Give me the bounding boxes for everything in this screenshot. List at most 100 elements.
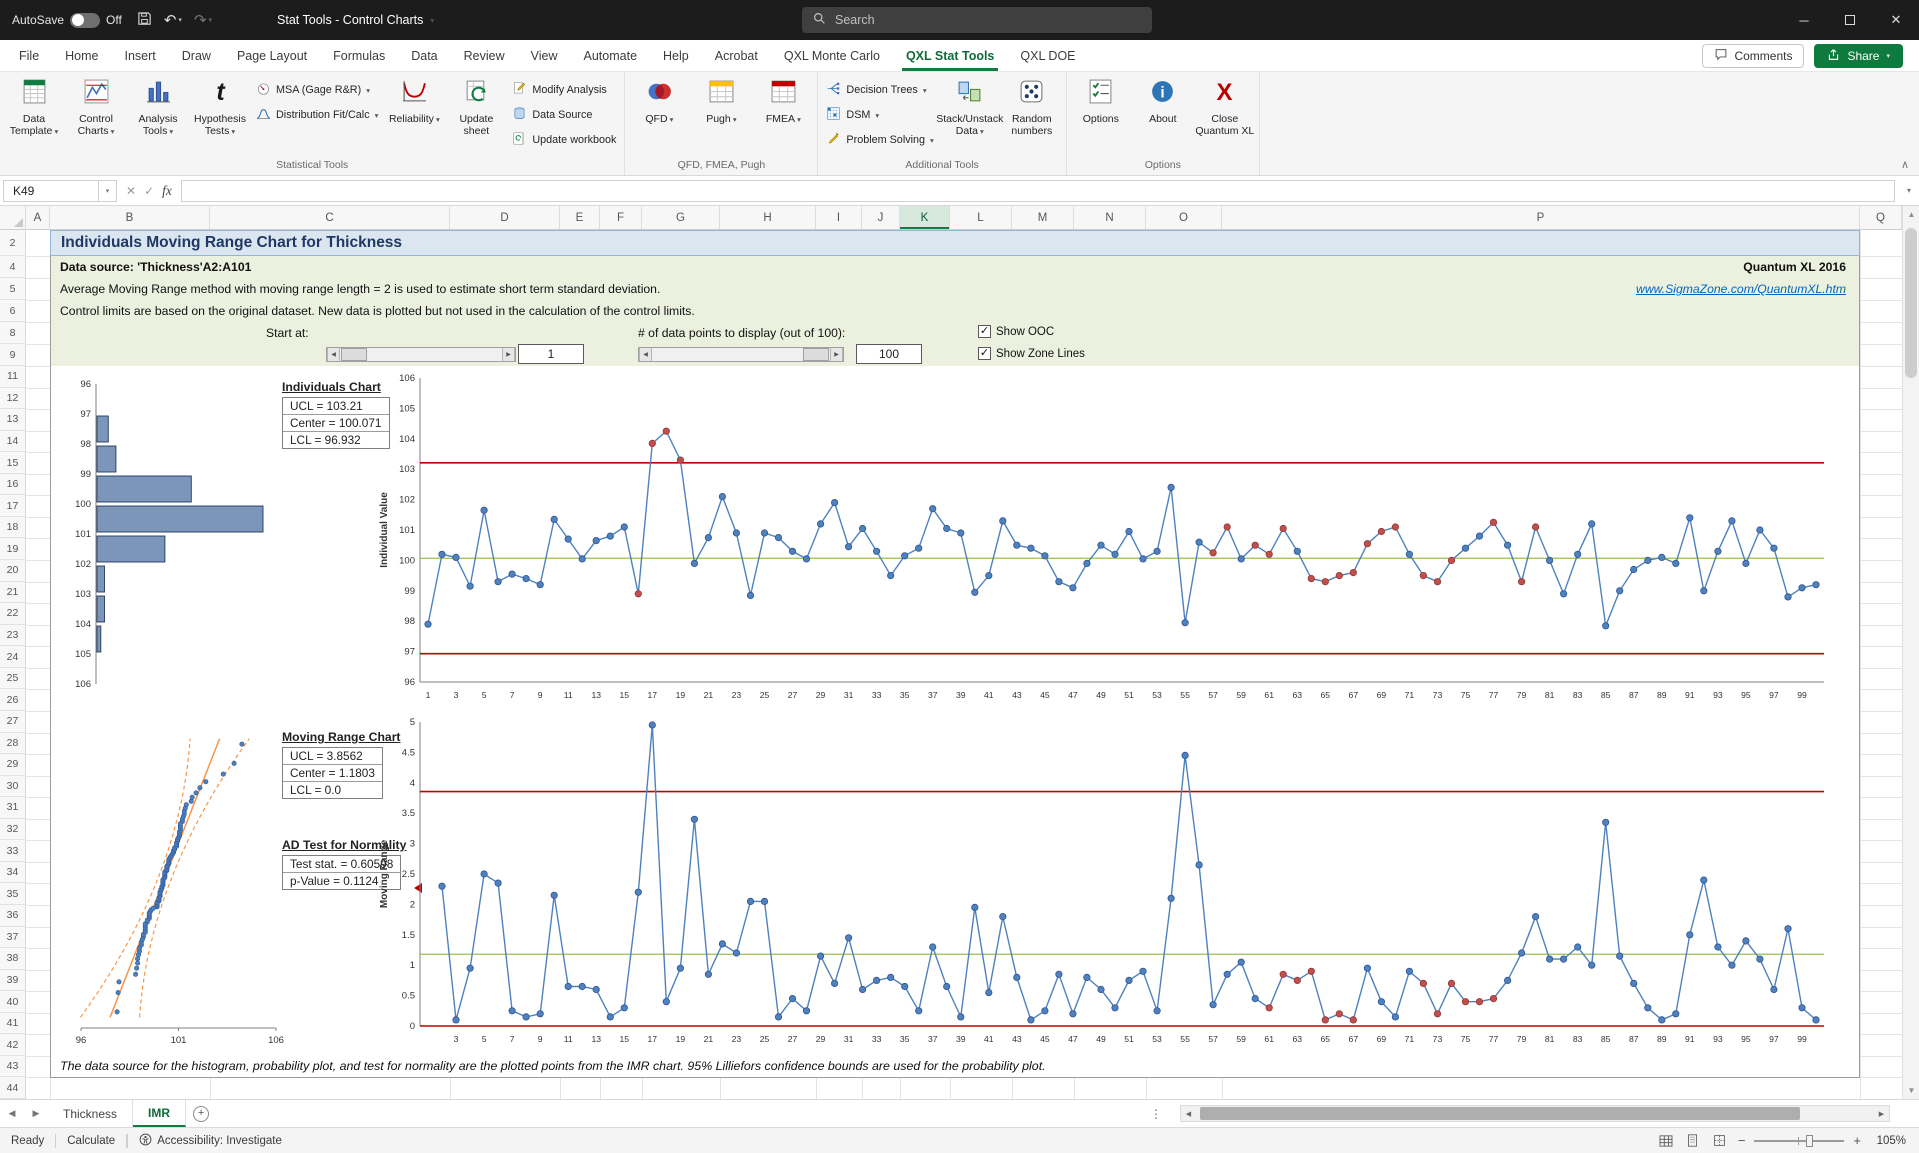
row-header-35[interactable]: 35 — [0, 883, 25, 905]
column-header-Q[interactable]: Q — [1860, 206, 1902, 229]
control-charts-button[interactable]: Control Charts ▾ — [66, 73, 126, 153]
count-value[interactable]: 100 — [856, 344, 922, 364]
next-sheet-button[interactable]: ▶ — [24, 1100, 48, 1127]
autosave-switch[interactable] — [70, 13, 100, 28]
scroll-right-icon[interactable]: ▶ — [830, 348, 843, 361]
collapse-ribbon-button[interactable]: ∧ — [1901, 158, 1909, 171]
show-ooc-checkbox[interactable]: ✓ Show OOC — [978, 325, 1054, 338]
ribbon-tab-file[interactable]: File — [6, 40, 52, 71]
column-header-M[interactable]: M — [1012, 206, 1074, 229]
row-header-39[interactable]: 39 — [0, 970, 25, 992]
sheet-tab-thickness[interactable]: Thickness — [48, 1100, 133, 1127]
scroll-left-icon[interactable]: ◀ — [639, 348, 652, 361]
row-header-18[interactable]: 18 — [0, 517, 25, 539]
row-header-22[interactable]: 22 — [0, 603, 25, 625]
formula-input[interactable] — [181, 180, 1895, 202]
row-header-6[interactable]: 6 — [0, 300, 25, 322]
scroll-right-icon[interactable]: ▶ — [502, 348, 515, 361]
search-input[interactable]: Search — [802, 7, 1152, 33]
confirm-entry-button[interactable]: ✓ — [144, 184, 154, 198]
page-layout-view-icon[interactable] — [1684, 1132, 1702, 1150]
horizontal-scrollbar[interactable]: ◀ ▶ — [1180, 1105, 1890, 1122]
row-header-41[interactable]: 41 — [0, 1013, 25, 1035]
reliability-button[interactable]: Reliability ▾ — [384, 73, 444, 153]
page-break-view-icon[interactable] — [1711, 1132, 1729, 1150]
close-button[interactable]: ✕ — [1873, 0, 1919, 40]
ribbon-tab-qxl-monte-carlo[interactable]: QXL Monte Carlo — [771, 40, 893, 71]
count-scrollbar[interactable]: ◀ ▶ — [638, 347, 844, 362]
fmea-button[interactable]: FMEA ▾ — [753, 73, 813, 153]
row-header-27[interactable]: 27 — [0, 711, 25, 733]
comments-button[interactable]: Comments — [1702, 44, 1804, 68]
column-header-B[interactable]: B — [50, 206, 210, 229]
row-header-36[interactable]: 36 — [0, 905, 25, 927]
status-calculate[interactable]: Calculate — [56, 1128, 126, 1153]
row-header-5[interactable]: 5 — [0, 278, 25, 300]
new-sheet-button[interactable]: + — [186, 1100, 216, 1127]
column-header-K[interactable]: K — [900, 206, 950, 229]
zoom-level[interactable]: 105% — [1870, 1135, 1906, 1147]
row-header-30[interactable]: 30 — [0, 776, 25, 798]
scroll-up-icon[interactable]: ▲ — [1903, 210, 1919, 219]
problem-solving-button[interactable]: Problem Solving▾ — [822, 129, 937, 151]
minimize-button[interactable]: ─ — [1781, 0, 1827, 40]
column-header-D[interactable]: D — [450, 206, 560, 229]
about-button[interactable]: iAbout — [1133, 73, 1193, 153]
row-header-2[interactable]: 2 — [0, 230, 25, 256]
individuals-chart[interactable]: 1061051041031021011009998979613579111315… — [374, 370, 1838, 708]
ribbon-tab-view[interactable]: View — [518, 40, 571, 71]
dsm-button[interactable]: DSM▾ — [822, 104, 937, 126]
decision-trees-button[interactable]: Decision Trees▾ — [822, 79, 937, 101]
modify-analysis-button[interactable]: Modify Analysis — [508, 79, 620, 101]
ribbon-tab-review[interactable]: Review — [451, 40, 518, 71]
options-button[interactable]: Options — [1071, 73, 1131, 153]
data-source-button[interactable]: Data Source — [508, 104, 620, 126]
column-header-C[interactable]: C — [210, 206, 450, 229]
zoom-out-button[interactable]: − — [1738, 1133, 1746, 1148]
row-header-42[interactable]: 42 — [0, 1034, 25, 1056]
name-box[interactable]: K49 — [3, 180, 99, 202]
hypothesis-tests-button[interactable]: tHypothesis Tests ▾ — [190, 73, 250, 153]
cancel-entry-button[interactable]: ✕ — [126, 184, 136, 198]
row-header-12[interactable]: 12 — [0, 388, 25, 410]
row-header-44[interactable]: 44 — [0, 1077, 25, 1099]
start-at-value[interactable]: 1 — [518, 344, 584, 364]
expand-formula-bar-button[interactable]: ▾ — [1899, 186, 1919, 195]
column-header-L[interactable]: L — [950, 206, 1012, 229]
column-header-E[interactable]: E — [560, 206, 600, 229]
ribbon-tab-qxl-stat-tools[interactable]: QXL Stat Tools — [893, 40, 1007, 71]
zoom-in-button[interactable]: + — [1853, 1133, 1861, 1148]
column-header-O[interactable]: O — [1146, 206, 1222, 229]
row-header-26[interactable]: 26 — [0, 689, 25, 711]
vertical-scrollbar[interactable]: ▲ ▼ — [1902, 206, 1919, 1099]
row-header-13[interactable]: 13 — [0, 409, 25, 431]
pugh-button[interactable]: Pugh ▾ — [691, 73, 751, 153]
row-header-43[interactable]: 43 — [0, 1056, 25, 1078]
ribbon-tab-page-layout[interactable]: Page Layout — [224, 40, 320, 71]
distribution-fit-calc-button[interactable]: Distribution Fit/Calc▾ — [252, 104, 382, 126]
scroll-right-icon[interactable]: ▶ — [1874, 1106, 1889, 1121]
column-header-I[interactable]: I — [816, 206, 862, 229]
ribbon-tab-automate[interactable]: Automate — [571, 40, 651, 71]
row-header-8[interactable]: 8 — [0, 322, 25, 344]
row-header-16[interactable]: 16 — [0, 474, 25, 496]
stack-unstack-data-button[interactable]: Stack/Unstack Data ▾ — [940, 73, 1000, 153]
column-header-P[interactable]: P — [1222, 206, 1860, 229]
row-header-34[interactable]: 34 — [0, 862, 25, 884]
accessibility-status[interactable]: Accessibility: Investigate — [128, 1128, 293, 1153]
row-header-29[interactable]: 29 — [0, 754, 25, 776]
ribbon-tab-data[interactable]: Data — [398, 40, 450, 71]
zoom-slider[interactable] — [1754, 1140, 1844, 1142]
scroll-left-icon[interactable]: ◀ — [1181, 1106, 1196, 1121]
analysis-tools-button[interactable]: Analysis Tools ▾ — [128, 73, 188, 153]
autosave-toggle[interactable]: AutoSave Off — [12, 13, 122, 28]
row-header-40[interactable]: 40 — [0, 991, 25, 1013]
share-button[interactable]: Share ▾ — [1814, 44, 1903, 68]
show-zone-lines-checkbox[interactable]: ✓ Show Zone Lines — [978, 347, 1085, 360]
row-header-11[interactable]: 11 — [0, 366, 25, 388]
row-header-19[interactable]: 19 — [0, 538, 25, 560]
row-header-32[interactable]: 32 — [0, 819, 25, 841]
prev-sheet-button[interactable]: ◀ — [0, 1100, 24, 1127]
zoom-slider-knob[interactable] — [1806, 1135, 1813, 1147]
save-button[interactable] — [132, 6, 157, 34]
